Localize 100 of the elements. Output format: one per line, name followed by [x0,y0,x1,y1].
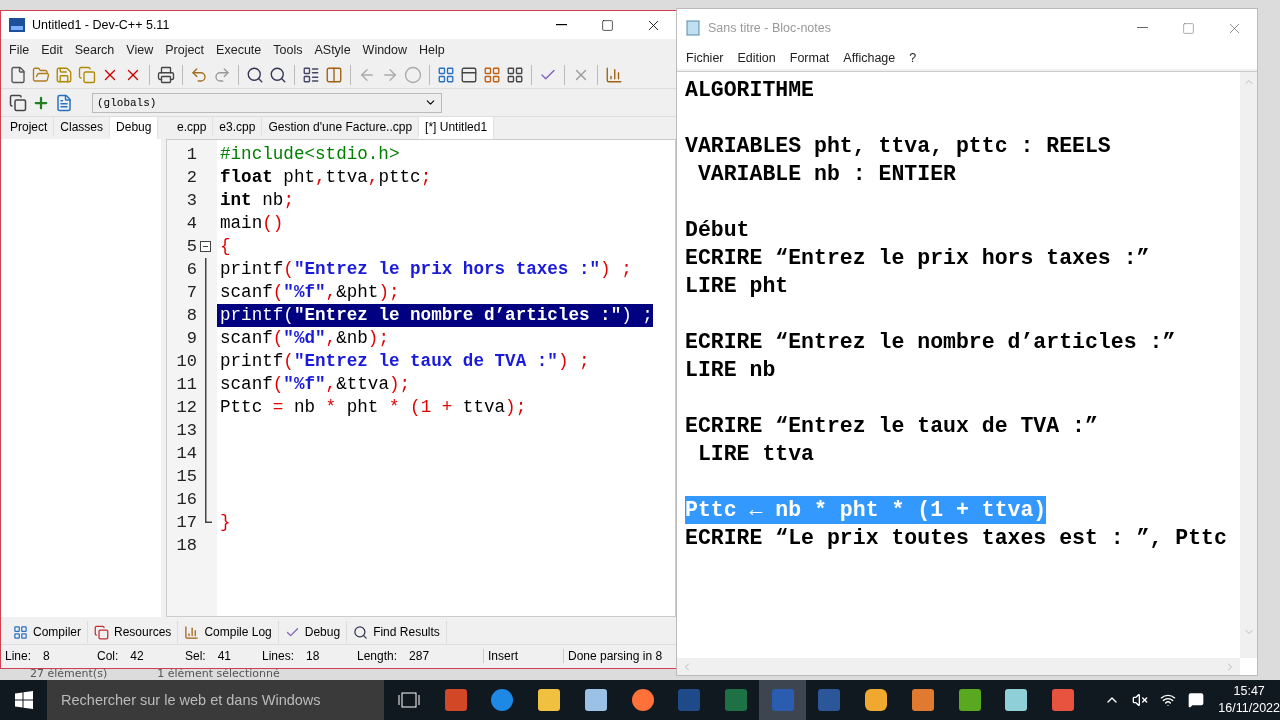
code-line: scanf("%d",&nb); [219,327,389,350]
fold-toggle-icon[interactable] [200,241,211,252]
line-number: 4 [185,214,197,233]
status-label: Sel: [185,649,206,663]
output-tab[interactable]: Compiler [7,621,88,643]
status-label: Length: [357,649,398,663]
save-icon[interactable] [55,65,73,84]
status-value: 42 [130,649,144,663]
app-logo-icon [9,18,25,32]
code-line: scanf("%f",&ttva); [219,373,411,396]
line-number: 2 [185,168,197,187]
scope-select[interactable]: (globals) [92,92,442,113]
code-line: } [219,511,231,534]
line-number: 11 [175,375,197,394]
menu-item[interactable]: Edit [35,43,69,57]
text-line: ECRIRE “Entrez le taux de TVA :” [685,413,1098,440]
notepad-icon [685,20,701,36]
save-all-icon[interactable] [78,65,96,84]
file-tab[interactable]: [*] Untitled1 [419,117,495,139]
menu-item[interactable]: ? [902,51,924,65]
menu-item[interactable]: Fichier [679,51,731,65]
line-number: 10 [175,352,197,371]
menu-item[interactable]: Window [356,43,414,57]
status-label: Lines: [262,649,295,663]
line-number: 9 [185,329,197,348]
line-number: 15 [175,467,197,486]
line-number: 8 [185,306,197,325]
menu-item[interactable]: Affichage [836,51,903,65]
minimize-icon [555,24,567,26]
status-label: Line: [5,649,32,663]
code-line: scanf("%f",&pht); [219,281,400,304]
menu-item[interactable]: View [120,43,160,57]
clock-time: 15:47 [1233,683,1265,700]
line-number: 5 [185,237,197,256]
status-value: 18 [306,649,320,663]
menu-item[interactable]: File [3,43,36,57]
text-line: VARIABLES pht, ttva, pttc : REELS [685,133,1111,160]
line-number: 1 [185,145,197,164]
maximize-icon [600,18,614,32]
replace-icon[interactable] [269,65,287,84]
text-line: LIRE nb [685,357,776,384]
line-number: 6 [185,260,197,279]
new-file-icon[interactable] [9,65,27,84]
notifications-icon[interactable] [1188,692,1205,708]
window-title: Untitled1 - Dev-C++ 5.11 [32,18,171,32]
menu-item[interactable]: Search [68,43,121,57]
print-icon[interactable] [157,65,175,84]
grid-icon[interactable] [506,65,524,84]
code-line: { [219,235,231,258]
status-text: 27 élément(s) [30,668,108,680]
maximize-icon [1181,21,1195,35]
output-tab[interactable]: Find Results [347,621,447,643]
status-text: Done parsing in 8 [568,649,663,663]
line-number: 17 [175,513,197,532]
wifi-icon[interactable] [1160,692,1177,708]
file-icon[interactable] [55,93,73,112]
menu-item[interactable]: Project [159,43,211,57]
line-number: 12 [175,398,197,417]
menu-item[interactable]: Help [413,43,451,57]
copy-icon[interactable] [9,93,27,112]
open-file-icon[interactable] [32,65,50,84]
menu-item[interactable]: Edition [730,51,783,65]
status-label: Col: [97,649,119,663]
bar-chart-icon [184,624,200,640]
list-icon[interactable] [302,65,320,84]
output-tab[interactable]: Compile Log [178,621,279,643]
menu-item[interactable]: Format [782,51,837,65]
search-icon[interactable] [246,65,264,84]
code-line: #include<stdio.h> [219,143,400,166]
grid-icon[interactable] [437,65,455,84]
status-text: Insert [488,649,518,663]
text-line: Début [685,217,750,244]
line-number: 16 [175,490,197,509]
fold-end-line [205,511,212,523]
grid-icon [13,624,28,640]
search-field[interactable]: Rechercher sur le web et dans Windows [47,680,384,720]
window-icon[interactable] [460,65,478,84]
text-line: ECRIRE “Entrez le prix hors taxes :” [685,245,1150,272]
windows-logo-icon [14,691,33,709]
output-tab[interactable]: Resources [88,621,179,643]
undo-icon[interactable] [190,65,208,84]
panel-tab[interactable]: Debug [110,117,159,139]
line-number: 3 [185,191,197,210]
minimize-icon [1136,27,1148,29]
output-tab[interactable]: Debug [278,621,348,643]
menu-item[interactable]: AStyle [308,43,357,57]
status-value: 287 [409,649,430,663]
line-number: 14 [175,444,197,463]
columns-icon[interactable] [325,65,343,84]
task-view-icon [397,692,420,708]
window-title: Sans titre - Bloc-notes [708,21,832,35]
code-line: Pttc = nb * pht * (1 + ttva); [219,396,527,419]
menu-item[interactable]: Execute [210,43,268,57]
grid-icon[interactable] [483,65,501,84]
resources-icon [94,624,109,640]
redo-icon[interactable] [213,65,231,84]
menu-item[interactable]: Tools [267,43,309,57]
volume-muted-icon[interactable] [1132,692,1149,708]
bar-chart-icon[interactable] [605,65,623,84]
code-line: printf("Entrez le prix hors taxes :") ; [219,258,632,281]
